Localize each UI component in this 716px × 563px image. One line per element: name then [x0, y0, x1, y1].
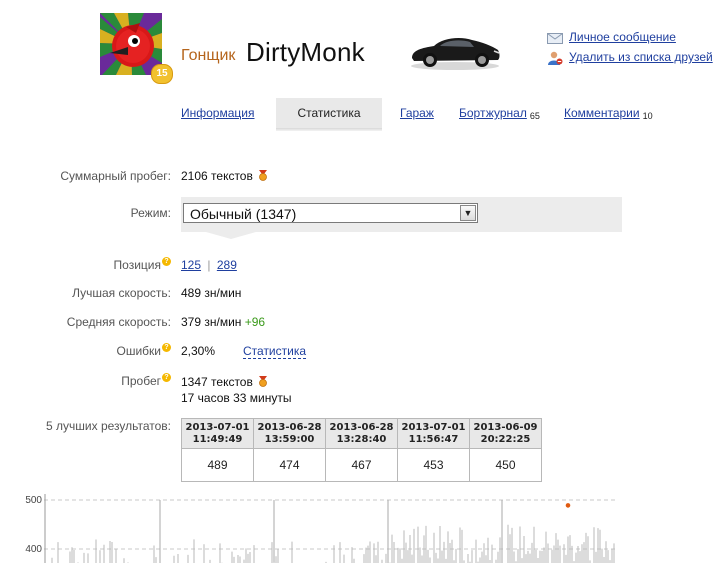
result-time: 13:59:00	[264, 433, 315, 445]
user-remove-icon	[548, 51, 563, 65]
result-date: 2013-06-28	[329, 421, 394, 433]
private-message-label[interactable]: Личное сообщение	[569, 30, 676, 44]
avg-speed-value: 379 зн/мин +96	[181, 315, 265, 329]
position-label-text: Позиция	[113, 258, 161, 272]
position-link-2[interactable]: 289	[217, 258, 237, 272]
result-date: 2013-06-28	[257, 421, 322, 433]
avg-speed-label: Средняя скорость:	[66, 315, 171, 329]
chart-vlines	[159, 500, 503, 563]
private-message-link[interactable]: Личное сообщение	[547, 30, 676, 45]
avg-speed-text: 379 зн/мин	[181, 315, 242, 329]
result-date-cell: 2013-07-01 11:56:47	[397, 418, 470, 449]
mileage-label: Пробег?	[121, 373, 171, 388]
result-value: 453	[397, 448, 470, 482]
position-link-1[interactable]: 125	[181, 258, 201, 272]
position-separator: |	[207, 258, 211, 272]
total-mileage-value: 2106 текстов	[181, 169, 268, 183]
envelope-icon	[547, 32, 563, 44]
position-label: Позиция?	[113, 257, 171, 272]
racer-name: DirtyMonk	[246, 37, 365, 67]
speed-chart: 500 400	[25, 494, 616, 563]
chevron-down-icon[interactable]: ▼	[460, 205, 476, 221]
table-header-row: 2013-07-01 11:49:49 2013-06-28 13:59:00 20…	[181, 418, 542, 449]
remove-friend-label[interactable]: Удалить из списка друзей	[569, 50, 713, 64]
mileage-texts: 1347 текстов	[181, 375, 253, 389]
result-time: 20:22:25	[480, 433, 531, 445]
y-tick-label: 400	[25, 544, 42, 555]
profile-tabs: Информация Статистика Гараж Бортжурнал 65…	[181, 98, 661, 131]
mode-panel: Обычный (1347) ▼	[181, 197, 622, 239]
car-image[interactable]	[408, 28, 502, 72]
errors-label: Ошибки?	[116, 343, 171, 358]
comments-count: 10	[642, 111, 653, 121]
best-speed-value: 489 зн/мин	[181, 286, 242, 300]
racer-rank: Гонщик	[181, 47, 236, 64]
tab-garage[interactable]: Гараж	[400, 98, 434, 128]
errors-value: 2,30%	[181, 344, 216, 358]
tab-logbook[interactable]: Бортжурнал 65	[459, 98, 540, 128]
tab-comments[interactable]: Комментарии 10	[564, 98, 653, 128]
result-date-cell: 2013-06-28 13:28:40	[325, 418, 398, 449]
help-icon[interactable]: ?	[162, 257, 171, 266]
avg-speed-delta: +96	[244, 315, 266, 329]
logbook-count: 65	[529, 111, 540, 121]
result-value: 474	[253, 448, 326, 482]
total-mileage-label: Суммарный пробег:	[60, 169, 171, 183]
help-icon[interactable]: ?	[162, 343, 171, 352]
result-value: 450	[469, 448, 542, 482]
position-value: 125 | 289	[181, 258, 237, 272]
errors-label-text: Ошибки	[116, 344, 162, 358]
result-time: 11:56:47	[408, 433, 459, 445]
result-time: 11:49:49	[192, 433, 243, 445]
mode-select-value: Обычный (1347)	[190, 206, 297, 222]
table-row: 489 474 467 453 450	[181, 448, 542, 482]
result-date-cell: 2013-06-09 20:22:25	[469, 418, 542, 449]
remove-friend-link[interactable]: Удалить из списка друзей	[547, 50, 713, 65]
best-speed-label: Лучшая скорость:	[72, 286, 171, 300]
y-tick-label: 500	[25, 495, 42, 506]
result-value: 489	[181, 448, 254, 482]
tab-logbook-label[interactable]: Бортжурнал	[459, 106, 527, 120]
result-value: 467	[325, 448, 398, 482]
level-badge: 15	[151, 64, 173, 84]
chart-peak-point	[565, 503, 571, 508]
chart-series	[51, 524, 615, 563]
chart-grid	[44, 494, 616, 563]
result-date: 2013-06-09	[473, 421, 538, 433]
mileage-label-text: Пробег	[121, 374, 161, 388]
result-time: 13:28:40	[336, 433, 387, 445]
tab-info[interactable]: Информация	[181, 98, 254, 128]
result-date-cell: 2013-07-01 11:49:49	[181, 418, 254, 449]
errors-stats-link[interactable]: Статистика	[243, 344, 307, 359]
result-date: 2013-07-01	[401, 421, 466, 433]
help-icon[interactable]: ?	[162, 373, 171, 382]
mileage-value: 1347 текстов 17 часов 33 минуты	[181, 374, 292, 406]
result-date-cell: 2013-06-28 13:59:00	[253, 418, 326, 449]
mode-label: Режим:	[130, 206, 171, 220]
top-results-table: 2013-07-01 11:49:49 2013-06-28 13:59:00 20…	[181, 418, 542, 482]
tab-stats[interactable]: Статистика	[276, 98, 382, 131]
result-date: 2013-07-01	[185, 421, 250, 433]
medal-icon	[258, 376, 267, 387]
total-mileage-text: 2106 текстов	[181, 169, 253, 183]
medal-icon	[258, 170, 267, 181]
mileage-time: 17 часов 33 минуты	[181, 391, 292, 405]
tab-comments-label[interactable]: Комментарии	[564, 106, 640, 120]
mode-select[interactable]: Обычный (1347) ▼	[183, 203, 478, 223]
top5-label: 5 лучших результатов:	[46, 419, 171, 433]
